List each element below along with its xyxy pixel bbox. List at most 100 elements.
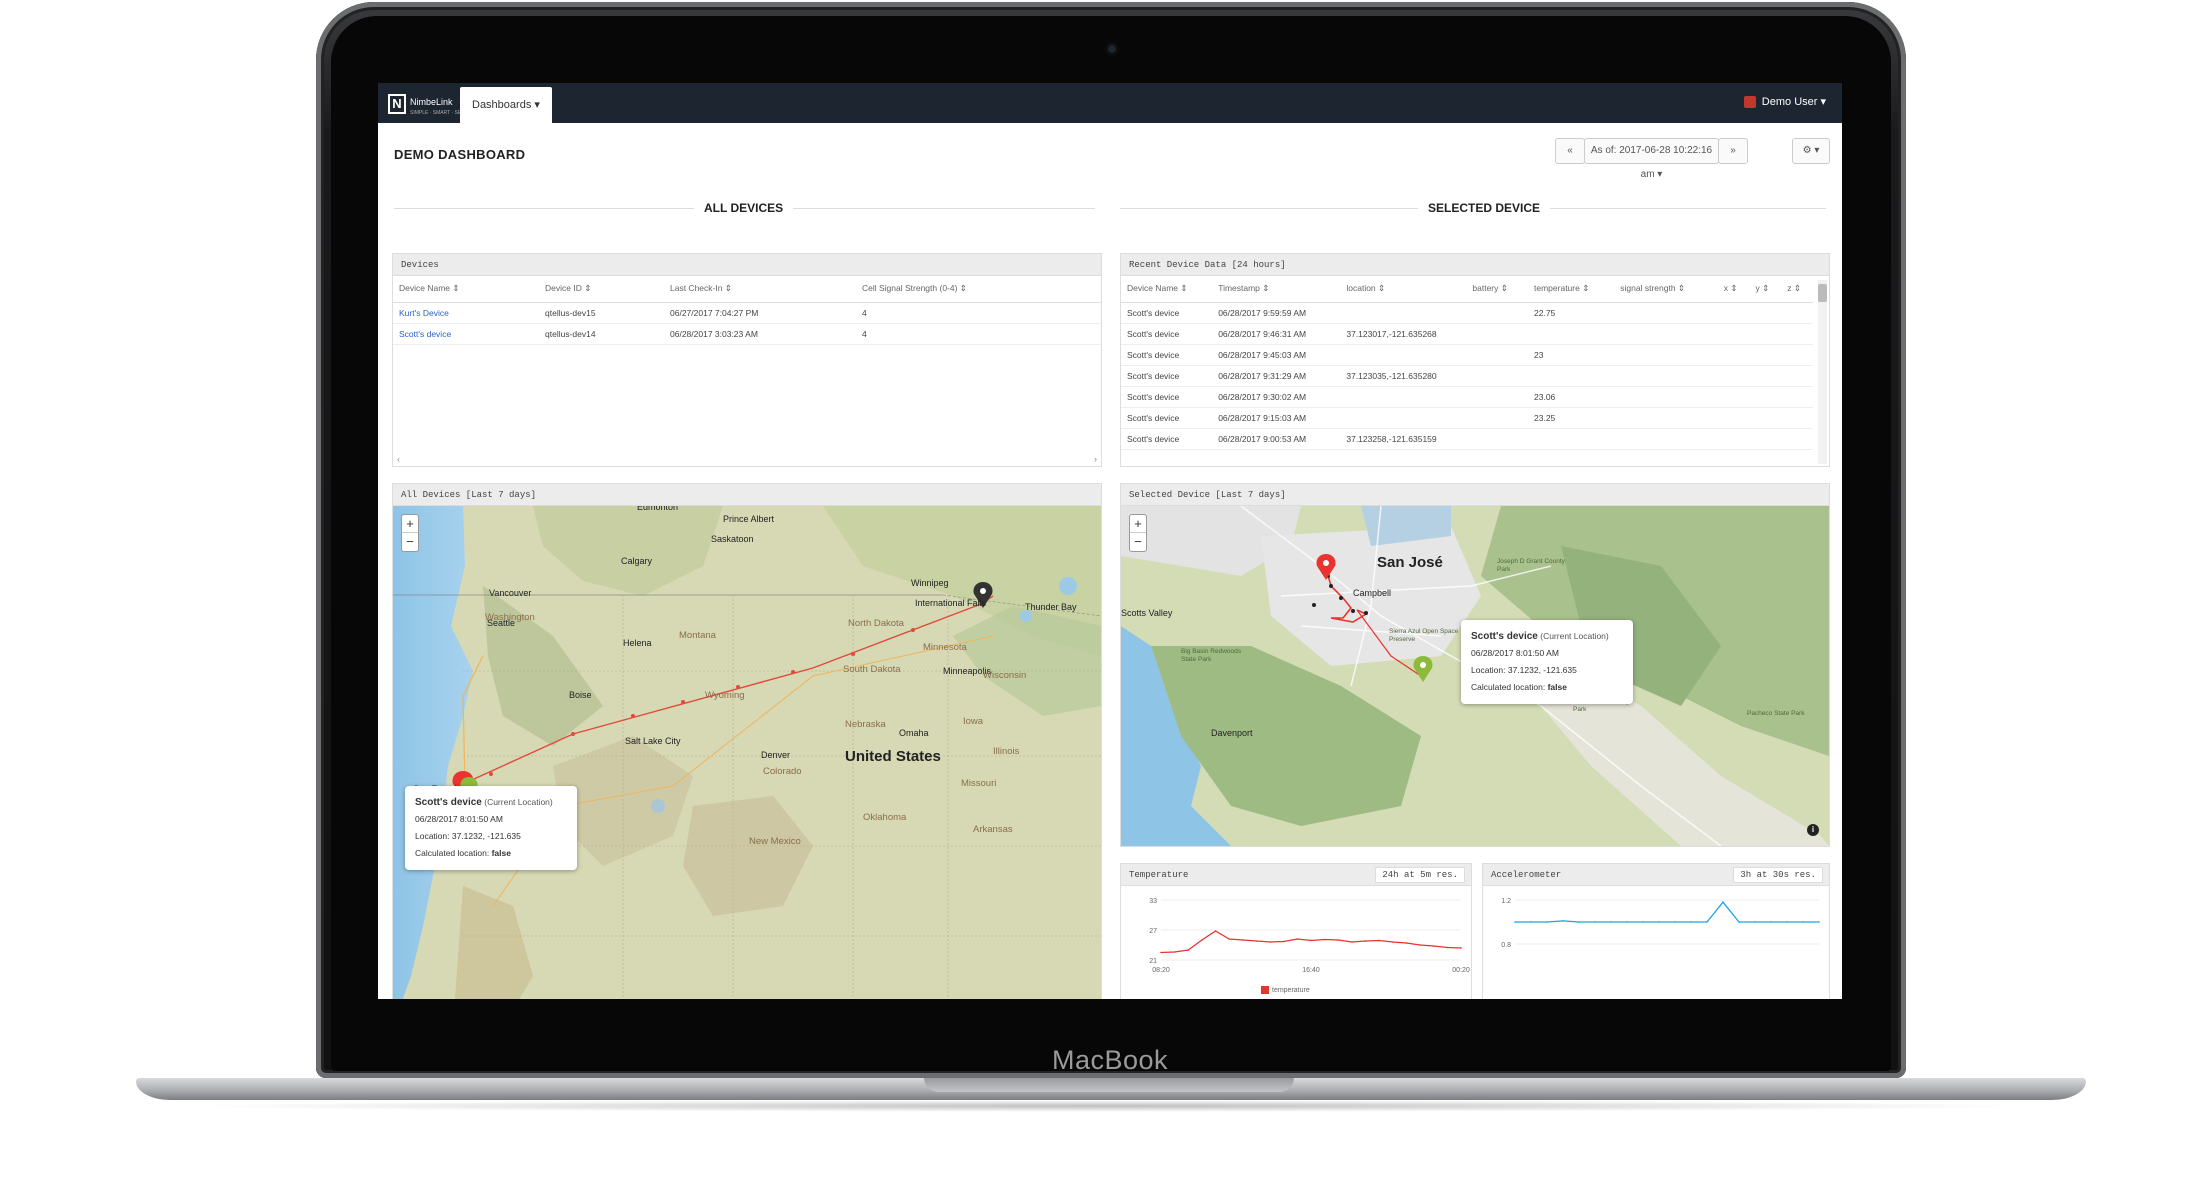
table-row[interactable]: Scott's device qtellus-dev14 06/28/2017 … (393, 323, 1101, 345)
table-row[interactable]: Scott's device 06/28/2017 9:59:59 AM 22.75 (1121, 302, 1813, 324)
table-cell (1340, 407, 1467, 429)
scroll-left-icon[interactable]: ‹ (397, 454, 400, 464)
map-place-label: Wyoming (705, 690, 745, 701)
vertical-scrollbar[interactable] (1818, 280, 1827, 464)
data-point (1282, 940, 1285, 943)
table-row[interactable]: Scott's device 06/28/2017 9:45:03 AM 23 (1121, 344, 1813, 366)
data-point (1722, 901, 1724, 903)
temperature-panel-title: Temperature 24h at 5m res. (1121, 864, 1471, 886)
series-line[interactable] (1515, 901, 1819, 923)
selected-device-map[interactable]: + − San José Campbell Scotts Valley Davenpo… (1121, 506, 1829, 846)
table-cell: 23.25 (1528, 407, 1615, 429)
map-place-label: Wisconsin (983, 670, 1027, 681)
table-row[interactable]: Scott's device 06/28/2017 9:31:29 AM 37.12… (1121, 365, 1813, 387)
recent-col-header[interactable]: y ⇕ (1749, 276, 1782, 303)
data-point (1530, 921, 1532, 923)
data-point (1594, 921, 1596, 923)
col-signal[interactable]: Cell Signal Strength (0-4) ⇕ (856, 276, 1101, 303)
data-point (1255, 940, 1258, 942)
recent-col-header[interactable]: Device Name ⇕ (1121, 276, 1213, 303)
scrollbar-thumb[interactable] (1818, 284, 1827, 302)
table-cell: 37.123035,-121.635280 (1340, 365, 1467, 387)
map-info-icon[interactable]: i (1807, 824, 1819, 836)
temperature-legend[interactable]: temperature (1261, 986, 1310, 994)
map-place-label: Arkansas (973, 824, 1013, 835)
table-cell: 06/28/2017 9:30:02 AM (1212, 386, 1341, 408)
next-time-button[interactable]: » (1718, 138, 1748, 164)
sel-map-device-popup: Scott's device (Current Location) 06/28/… (1461, 620, 1633, 704)
col-device-id[interactable]: Device ID ⇕ (539, 276, 664, 303)
col-device-name[interactable]: Device Name ⇕ (393, 276, 539, 303)
device-link[interactable]: Kurt's Device (399, 308, 449, 318)
data-point (1392, 941, 1394, 943)
prev-time-button[interactable]: « (1555, 138, 1585, 164)
accelerometer-chart: 1.2 0.8 (1501, 898, 1820, 949)
scroll-right-icon[interactable]: › (1094, 454, 1097, 464)
table-cell (1781, 323, 1813, 345)
data-point (1770, 921, 1772, 923)
as-of-date-dropdown[interactable]: As of: 2017-06-28 10:22:16 am ▾ (1584, 138, 1719, 180)
recent-col-header[interactable]: location ⇕ (1340, 276, 1467, 303)
sel-map-title: Selected Device [Last 7 days] (1121, 484, 1829, 506)
data-point (1706, 921, 1708, 923)
data-point (1242, 939, 1244, 941)
device-link[interactable]: Scott's device (399, 329, 451, 339)
table-row[interactable]: Kurt's Device qtellus-dev15 06/27/2017 7… (393, 302, 1101, 324)
table-row[interactable]: Scott's device 06/28/2017 9:46:31 AM 37.12… (1121, 323, 1813, 345)
user-name: Demo User ▾ (1761, 96, 1826, 108)
laptop-notch (924, 1078, 1294, 1092)
y-tick-label: 0.8 (1501, 942, 1511, 949)
map-place-label: Washington (485, 612, 535, 623)
table-cell: 23.06 (1528, 386, 1615, 408)
recent-col-header[interactable]: z ⇕ (1781, 276, 1813, 303)
table-cell (1340, 344, 1467, 366)
table-row[interactable]: Scott's device 06/28/2017 9:00:53 AM 37.12… (1121, 428, 1813, 450)
data-point (1228, 938, 1230, 940)
table-cell (1749, 386, 1782, 408)
series-line[interactable] (1160, 930, 1462, 954)
data-point (1578, 921, 1580, 923)
temperature-panel: Temperature 24h at 5m res. 33 27 21 08:20 16:… (1120, 863, 1472, 999)
table-row[interactable]: Scott's device 06/28/2017 9:30:02 AM 23.06 (1121, 386, 1813, 408)
recent-col-header[interactable]: x ⇕ (1717, 276, 1750, 303)
data-point (1419, 944, 1421, 946)
data-point (1173, 951, 1176, 953)
sel-zoom-in-button[interactable]: + (1130, 515, 1146, 533)
x-tick-label: 08:20 (1152, 967, 1170, 974)
data-point (1802, 921, 1804, 923)
table-cell (1717, 302, 1750, 324)
table-cell (1614, 386, 1718, 408)
sel-zoom-out-button[interactable]: − (1130, 533, 1146, 551)
table-cell (1749, 323, 1782, 345)
map-place-label: Oklahoma (863, 812, 907, 823)
x-tick-label: 00:20 (1452, 967, 1470, 974)
dashboards-menu[interactable]: Dashboards ▾ (460, 87, 552, 123)
data-point (1323, 938, 1326, 941)
recent-col-header[interactable]: signal strength ⇕ (1614, 276, 1718, 303)
recent-col-header[interactable]: Timestamp ⇕ (1212, 276, 1341, 303)
recent-col-header[interactable]: temperature ⇕ (1528, 276, 1615, 303)
map-place-label: Winnipeg (911, 578, 949, 588)
sel-popup-calc-label: Calculated location: (1471, 682, 1546, 692)
data-point (1546, 921, 1548, 923)
table-cell (1528, 428, 1615, 450)
col-last-checkin[interactable]: Last Check-In ⇕ (664, 276, 856, 303)
recent-col-header[interactable]: battery ⇕ (1466, 276, 1529, 303)
data-point (1818, 921, 1820, 923)
user-menu[interactable]: Demo User ▾ (1743, 95, 1826, 108)
settings-gear-button[interactable]: ⚙ ▾ (1792, 138, 1830, 164)
temperature-range-badge[interactable]: 24h at 5m res. (1375, 867, 1465, 883)
table-cell (1340, 386, 1467, 408)
table-cell (1614, 365, 1718, 387)
all-devices-map[interactable]: + − Edmonton Prince Albert Saskatoon Calgar… (393, 506, 1101, 999)
table-cell: 06/28/2017 9:00:53 AM (1212, 428, 1341, 450)
table-row[interactable]: Scott's device 06/28/2017 9:15:03 AM 23.25 (1121, 407, 1813, 429)
data-point (1642, 921, 1644, 923)
table-cell: 06/28/2017 9:46:31 AM (1212, 323, 1341, 345)
recent-data-panel: Recent Device Data [24 hours] Device Nam… (1120, 253, 1830, 467)
zoom-out-button[interactable]: − (402, 533, 418, 551)
laptop-shadow (180, 1100, 2040, 1112)
zoom-in-button[interactable]: + (402, 515, 418, 533)
table-cell (1781, 302, 1813, 324)
accel-range-badge[interactable]: 3h at 30s res. (1733, 867, 1823, 883)
